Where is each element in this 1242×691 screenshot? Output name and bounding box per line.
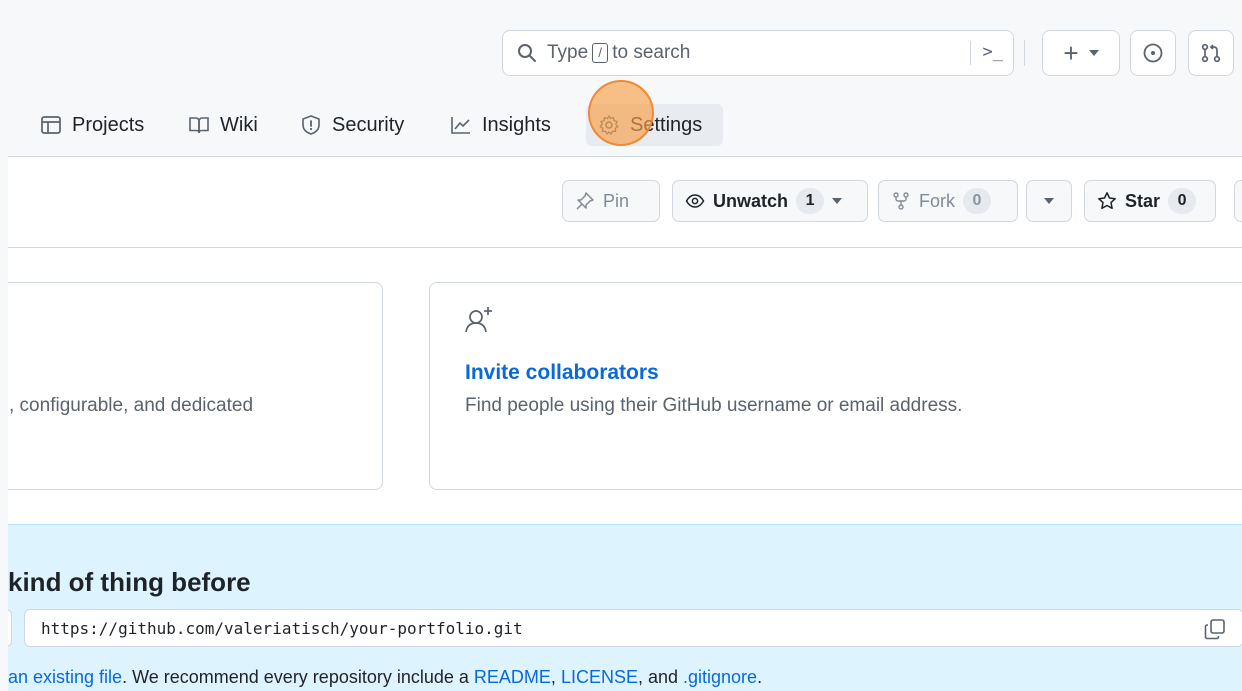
- header-divider: [1024, 40, 1025, 66]
- gitignore-link[interactable]: .gitignore: [683, 667, 757, 687]
- click-marker: [588, 80, 654, 146]
- create-new-button[interactable]: +: [1042, 30, 1120, 76]
- setup-help-text: an existing file. We recommend every rep…: [8, 667, 763, 687]
- plus-icon: +: [1063, 38, 1079, 68]
- search-placeholder: Type / to search: [547, 42, 691, 63]
- quick-setup-heading: kind of thing before: [8, 567, 251, 597]
- stars-count: 0: [1168, 188, 1197, 214]
- star-button[interactable]: Star 0: [1084, 180, 1216, 222]
- search-divider: [970, 41, 971, 65]
- eye-icon: [685, 194, 705, 208]
- search-bar[interactable]: Type / to search >_: [502, 30, 1014, 76]
- watchers-count: 1: [796, 188, 825, 214]
- repo-forked-icon: [893, 192, 909, 210]
- tab-security[interactable]: Security: [288, 104, 416, 146]
- repo-actions-bar: Pin Unwatch 1 Fork 0 Star 0: [8, 157, 1242, 248]
- clone-url-field[interactable]: https://github.com/valeriatisch/your-por…: [24, 609, 1242, 647]
- clone-url: https://github.com/valeriatisch/your-por…: [41, 618, 523, 638]
- github-repo-page: Type / to search >_ + Projects Wiki Secu…: [8, 6, 1242, 691]
- book-icon: [189, 117, 209, 134]
- fork-button[interactable]: Fork 0: [878, 180, 1018, 222]
- fork-dropdown-button[interactable]: [1026, 180, 1072, 222]
- pin-icon: [576, 192, 594, 210]
- git-pull-request-icon: [1201, 43, 1221, 63]
- tab-insights[interactable]: Insights: [438, 104, 563, 146]
- chevron-down-icon: [832, 198, 843, 204]
- chevron-down-icon: [1088, 50, 1099, 56]
- pin-button[interactable]: Pin: [562, 180, 660, 222]
- pull-requests-button[interactable]: [1188, 30, 1234, 76]
- slash-key-hint: /: [592, 43, 609, 63]
- tab-projects[interactable]: Projects: [28, 104, 156, 146]
- chevron-down-icon: [1044, 198, 1054, 204]
- tab-wiki[interactable]: Wiki: [176, 104, 270, 146]
- license-link[interactable]: LICENSE: [561, 667, 638, 687]
- forks-count: 0: [963, 188, 991, 214]
- search-icon: [518, 44, 536, 62]
- star-dropdown-button[interactable]: [1234, 180, 1242, 222]
- command-palette-icon[interactable]: >_: [983, 42, 1003, 62]
- issues-button[interactable]: [1130, 30, 1176, 76]
- card-description: Find people using their GitHub username …: [465, 395, 963, 416]
- readme-link[interactable]: README: [474, 667, 551, 687]
- issue-opened-icon: [1143, 43, 1163, 63]
- star-icon: [1098, 192, 1116, 210]
- setup-card-left: , configurable, and dedicated: [8, 282, 383, 490]
- copy-icon[interactable]: [1203, 617, 1227, 641]
- person-add-icon: [465, 307, 492, 333]
- tab-label: Wiki: [220, 113, 258, 136]
- upload-existing-file-link[interactable]: an existing file: [8, 667, 122, 687]
- invite-collaborators-card: Invite collaborators Find people using t…: [429, 282, 1242, 490]
- tab-label: Projects: [72, 113, 145, 136]
- graph-icon: [451, 117, 470, 134]
- invite-collaborators-link[interactable]: Invite collaborators: [465, 361, 659, 385]
- card-description: , configurable, and dedicated: [9, 395, 254, 416]
- protocol-toggle[interactable]: [8, 609, 12, 647]
- tab-label: Security: [332, 113, 405, 136]
- table-icon: [41, 116, 61, 134]
- shield-icon: [302, 115, 320, 135]
- unwatch-button[interactable]: Unwatch 1: [672, 180, 868, 222]
- tab-label: Insights: [482, 113, 551, 136]
- quick-setup-panel: kind of thing before https://github.com/…: [8, 524, 1242, 691]
